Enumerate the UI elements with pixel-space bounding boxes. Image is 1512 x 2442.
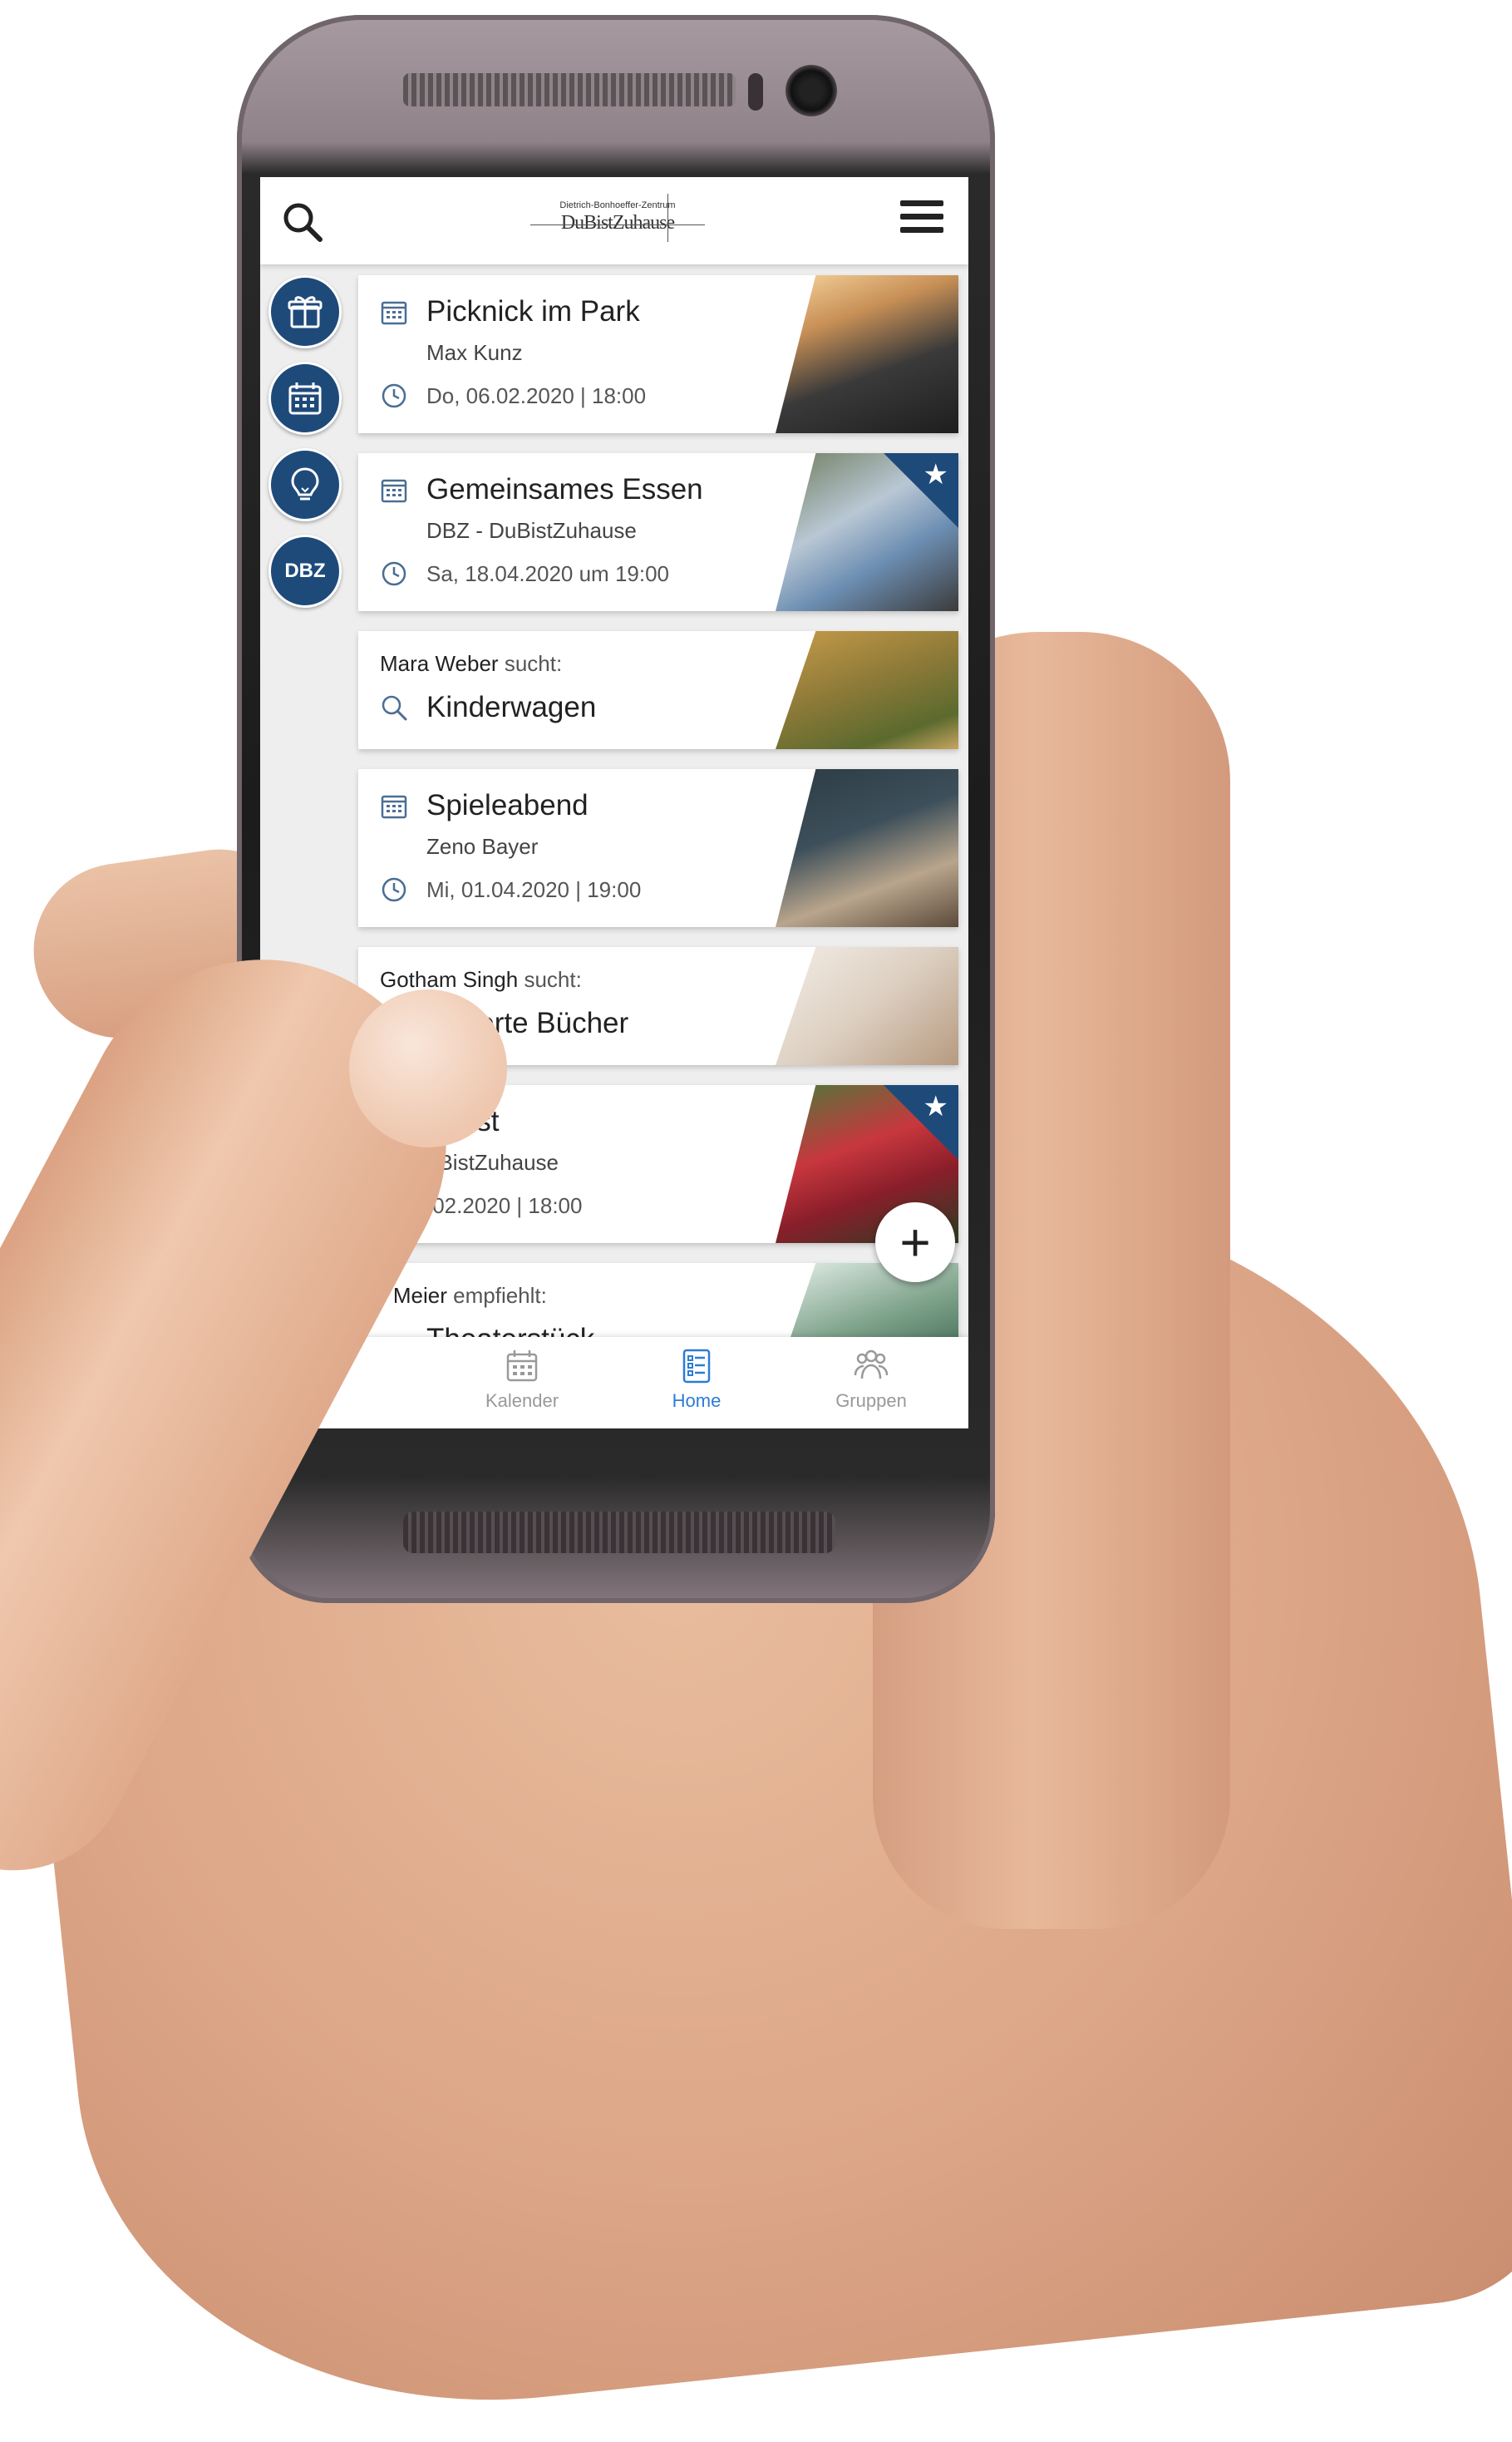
star-icon: ★: [923, 1091, 948, 1122]
bottom-navigation: en Kalender Home: [260, 1337, 968, 1428]
event-title-row: Spieleabend: [380, 789, 589, 822]
search-author: Mara Weber sucht:: [380, 651, 562, 677]
event-datetime-row: Mi, 01.04.2020 | 19:00: [380, 876, 641, 904]
speaker-grille-bottom: [403, 1512, 835, 1553]
event-title: Picknick im Park: [426, 295, 640, 328]
proximity-sensor: [748, 73, 763, 111]
author-name: Mara Weber: [380, 651, 499, 676]
calendar-icon: [380, 792, 408, 820]
event-title: Spieleabend: [426, 789, 589, 821]
menu-line: [900, 227, 943, 233]
logo-title: DuBistZuhause: [560, 212, 675, 234]
gift-icon: [288, 296, 323, 328]
calendar-icon: [380, 298, 408, 326]
star-icon: ★: [923, 459, 948, 491]
event-organizer: uBistZuhause: [426, 1150, 559, 1175]
event-datetime: Do, 06.02.2020 | 18:00: [426, 382, 647, 408]
recommend-author: r Meier empfiehlt:: [380, 1283, 547, 1309]
search-item: Kinderwagen: [426, 691, 597, 723]
nav-label: Home: [672, 1390, 722, 1411]
app-logo: Dietrich-Bonhoeffer-Zentrum DuBistZuhaus…: [530, 194, 705, 244]
logo-rule-horizontal: [530, 224, 705, 225]
author-name: Gotham Singh: [380, 967, 519, 992]
front-camera: [786, 65, 837, 116]
home-feed: Picknick im Park Max Kunz Do, 06.02.2020…: [358, 275, 958, 1401]
search-photo: [776, 631, 958, 749]
nav-label: Gruppen: [835, 1390, 907, 1411]
nav-label: Kalender: [485, 1390, 559, 1411]
event-title: Gemeinsames Essen: [426, 473, 703, 506]
calendar-icon: [506, 1350, 538, 1382]
add-button[interactable]: +: [875, 1202, 955, 1282]
event-card[interactable]: Picknick im Park Max Kunz Do, 06.02.2020…: [358, 275, 958, 433]
event-photo: [776, 275, 958, 433]
logo-subtitle: Dietrich-Bonhoeffer-Zentrum: [559, 200, 676, 210]
search-verb: sucht:: [504, 651, 563, 676]
event-datetime-row: Do, 06.02.2020 | 18:00: [380, 382, 646, 410]
side-quick-nav: DBZ: [268, 275, 342, 621]
dbz-button[interactable]: DBZ: [268, 535, 342, 608]
dbz-logo-icon: DBZ: [284, 560, 326, 582]
top-app-bar: Dietrich-Bonhoeffer-Zentrum DuBistZuhaus…: [260, 177, 968, 264]
plus-icon: +: [899, 1212, 931, 1272]
event-datetime: Sa, 18.04.2020 um 19:00: [426, 560, 670, 586]
calendar-button[interactable]: [268, 362, 342, 435]
speaker-grille-top: [403, 73, 736, 106]
search-icon: [283, 203, 323, 242]
event-photo: [776, 769, 958, 927]
calendar-icon: [288, 382, 322, 415]
hamburger-menu-button[interactable]: [900, 195, 943, 239]
recommend-verb: empfiehlt:: [453, 1283, 547, 1308]
search-card[interactable]: Mara Weber sucht: Kinderwagen: [358, 631, 958, 749]
lightbulb-icon: [291, 467, 319, 501]
search-button[interactable]: [281, 200, 324, 244]
event-datetime: Mi, 01.04.2020 | 19:00: [426, 876, 642, 902]
search-icon: [380, 693, 408, 722]
event-organizer: Zeno Bayer: [426, 834, 539, 859]
event-datetime: .02.2020 | 18:00: [426, 1192, 583, 1218]
event-title-row: Gemeinsames Essen: [380, 473, 703, 506]
nav-item-home[interactable]: Home: [630, 1347, 763, 1412]
logo-rule-vertical: [667, 194, 668, 242]
event-card[interactable]: ★ Gemeinsames Essen DBZ - DuBistZuhause …: [358, 453, 958, 611]
event-organizer: DBZ - DuBistZuhause: [426, 518, 637, 543]
search-author: Gotham Singh sucht:: [380, 967, 582, 993]
clock-icon: [380, 876, 408, 904]
thumb-nail: [349, 989, 507, 1147]
event-organizer: Max Kunz: [426, 340, 523, 365]
search-photo: [776, 947, 958, 1065]
calendar-icon: [380, 476, 408, 504]
search-item-row: Kinderwagen: [380, 691, 596, 724]
clock-icon: [380, 560, 408, 588]
nav-item-kalender[interactable]: Kalender: [456, 1347, 589, 1412]
search-verb: sucht:: [524, 967, 582, 992]
clock-icon: [380, 382, 408, 410]
list-icon: [682, 1349, 711, 1384]
menu-line: [900, 200, 943, 206]
event-card[interactable]: Spieleabend Zeno Bayer Mi, 01.04.2020 | …: [358, 769, 958, 927]
gift-button[interactable]: [268, 275, 342, 348]
event-datetime-row: Sa, 18.04.2020 um 19:00: [380, 560, 669, 588]
group-icon: [854, 1349, 889, 1379]
menu-line: [900, 214, 943, 220]
ideas-button[interactable]: [268, 448, 342, 521]
event-title-row: Picknick im Park: [380, 295, 640, 328]
nav-item-gruppen[interactable]: Gruppen: [805, 1347, 938, 1412]
